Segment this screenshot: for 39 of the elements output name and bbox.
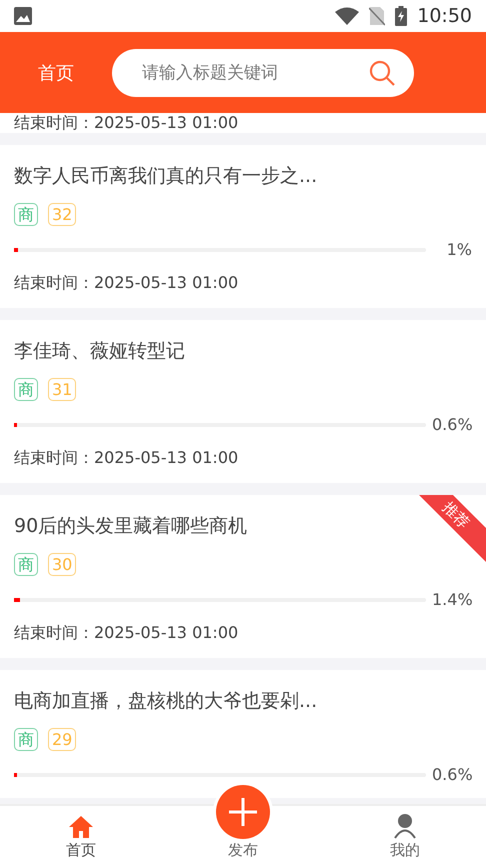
- progress-percent: 1%: [446, 240, 472, 259]
- nav-tab[interactable]: 发布: [162, 806, 324, 864]
- search-field[interactable]: 请输入标题关键词: [140, 62, 368, 84]
- wifi-icon: [335, 7, 360, 25]
- end-time: 结束时间：2025-05-13 01:00: [14, 623, 240, 644]
- person-icon: [392, 813, 418, 839]
- page-title: 首页: [38, 62, 74, 84]
- end-time: 结束时间：2025-05-13 01:00: [14, 273, 240, 294]
- home-icon: [68, 815, 94, 839]
- nav-tab[interactable]: 我的: [324, 806, 486, 864]
- no-sim-icon: [369, 6, 386, 26]
- category-tag: 商: [14, 553, 38, 576]
- topic-title: 电商加直播，盘核桃的大爷也要剁...: [14, 689, 318, 714]
- progress-percent: 0.6%: [432, 415, 472, 434]
- battery-icon: [395, 6, 408, 26]
- topic-card[interactable]: 推荐 90后的头发里藏着哪些商机 商 30 1.4% 结束时间：2025-05-13 01:00: [0, 495, 486, 658]
- count-tag: 30: [48, 553, 76, 576]
- add-button-icon[interactable]: [216, 785, 270, 839]
- category-tag: 商: [14, 728, 38, 751]
- topic-title: 90后的头发里藏着哪些商机: [14, 514, 248, 539]
- nav-tab[interactable]: 首页: [0, 806, 162, 864]
- category-tag: 商: [14, 203, 38, 226]
- search-bar[interactable]: 请输入标题关键词: [112, 48, 414, 96]
- end-time: 结束时间：2025-05-13 01:00: [14, 113, 238, 134]
- count-tag: 29: [48, 728, 76, 751]
- progress-percent: 0.6%: [432, 765, 472, 784]
- clock-time: 10:50: [417, 5, 472, 27]
- topic-card[interactable]: 电商加直播，盘核桃的大爷也要剁... 商 29 0.6%: [0, 670, 486, 798]
- end-time: 结束时间：2025-05-13 01:00: [14, 448, 240, 469]
- topic-title: 李佳琦、薇娅转型记: [14, 339, 185, 364]
- count-tag: 32: [48, 203, 76, 226]
- progress-percent: 1.4%: [432, 590, 472, 609]
- category-tag: 商: [14, 378, 38, 401]
- topic-title: 数字人民币离我们真的只有一步之...: [14, 164, 318, 189]
- image-icon: [14, 7, 32, 25]
- search-icon[interactable]: [368, 58, 396, 86]
- topic-card[interactable]: 李佳琦、薇娅转型记 商 31 0.6% 结束时间：2025-05-13 01:00: [0, 320, 486, 483]
- topic-card[interactable]: 数字人民币离我们真的只有一步之... 商 32 1% 结束时间：2025-05-13 01:00: [0, 145, 486, 308]
- count-tag: 31: [48, 378, 76, 401]
